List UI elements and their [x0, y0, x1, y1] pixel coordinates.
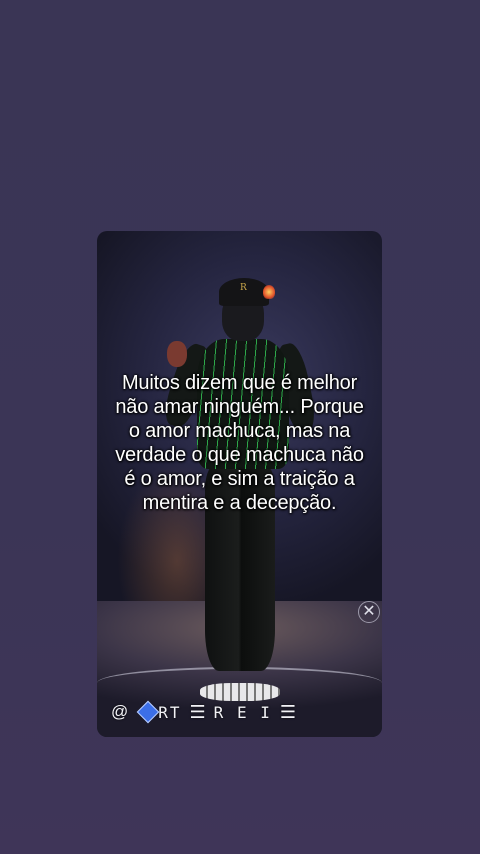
post-card[interactable]: R Muitos dizem que é melhor não amar nin…	[97, 231, 382, 737]
watermark-name-1: RT	[158, 702, 182, 722]
watermark-at: @	[111, 702, 129, 721]
fire-effect	[263, 285, 275, 299]
quote-text: Muitos dizem que é melhor não amar ningu…	[115, 372, 364, 514]
diamond-icon	[136, 700, 160, 724]
watermark-name-2: R E I	[213, 702, 272, 722]
watermark: @ RT ☰ R E I ☰	[111, 700, 296, 724]
character-shoes	[200, 683, 280, 701]
character-hand	[167, 341, 187, 367]
cap-logo: R	[240, 283, 247, 293]
close-icon[interactable]: ✕	[358, 601, 380, 623]
watermark-separator-2: ☰	[279, 701, 296, 722]
watermark-separator-1: ☰	[189, 701, 206, 722]
